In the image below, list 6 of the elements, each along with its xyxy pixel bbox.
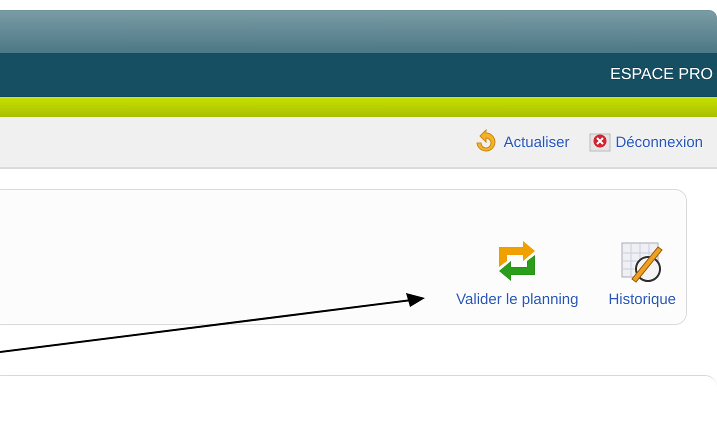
logout-link[interactable]: Déconnexion [589,131,703,153]
refresh-link[interactable]: Actualiser [474,129,570,155]
history-button[interactable]: Historique [608,237,676,308]
section-label: ESPACE PRO [610,66,713,84]
validate-button[interactable]: Valider le planning [456,237,578,308]
close-icon [589,131,612,153]
